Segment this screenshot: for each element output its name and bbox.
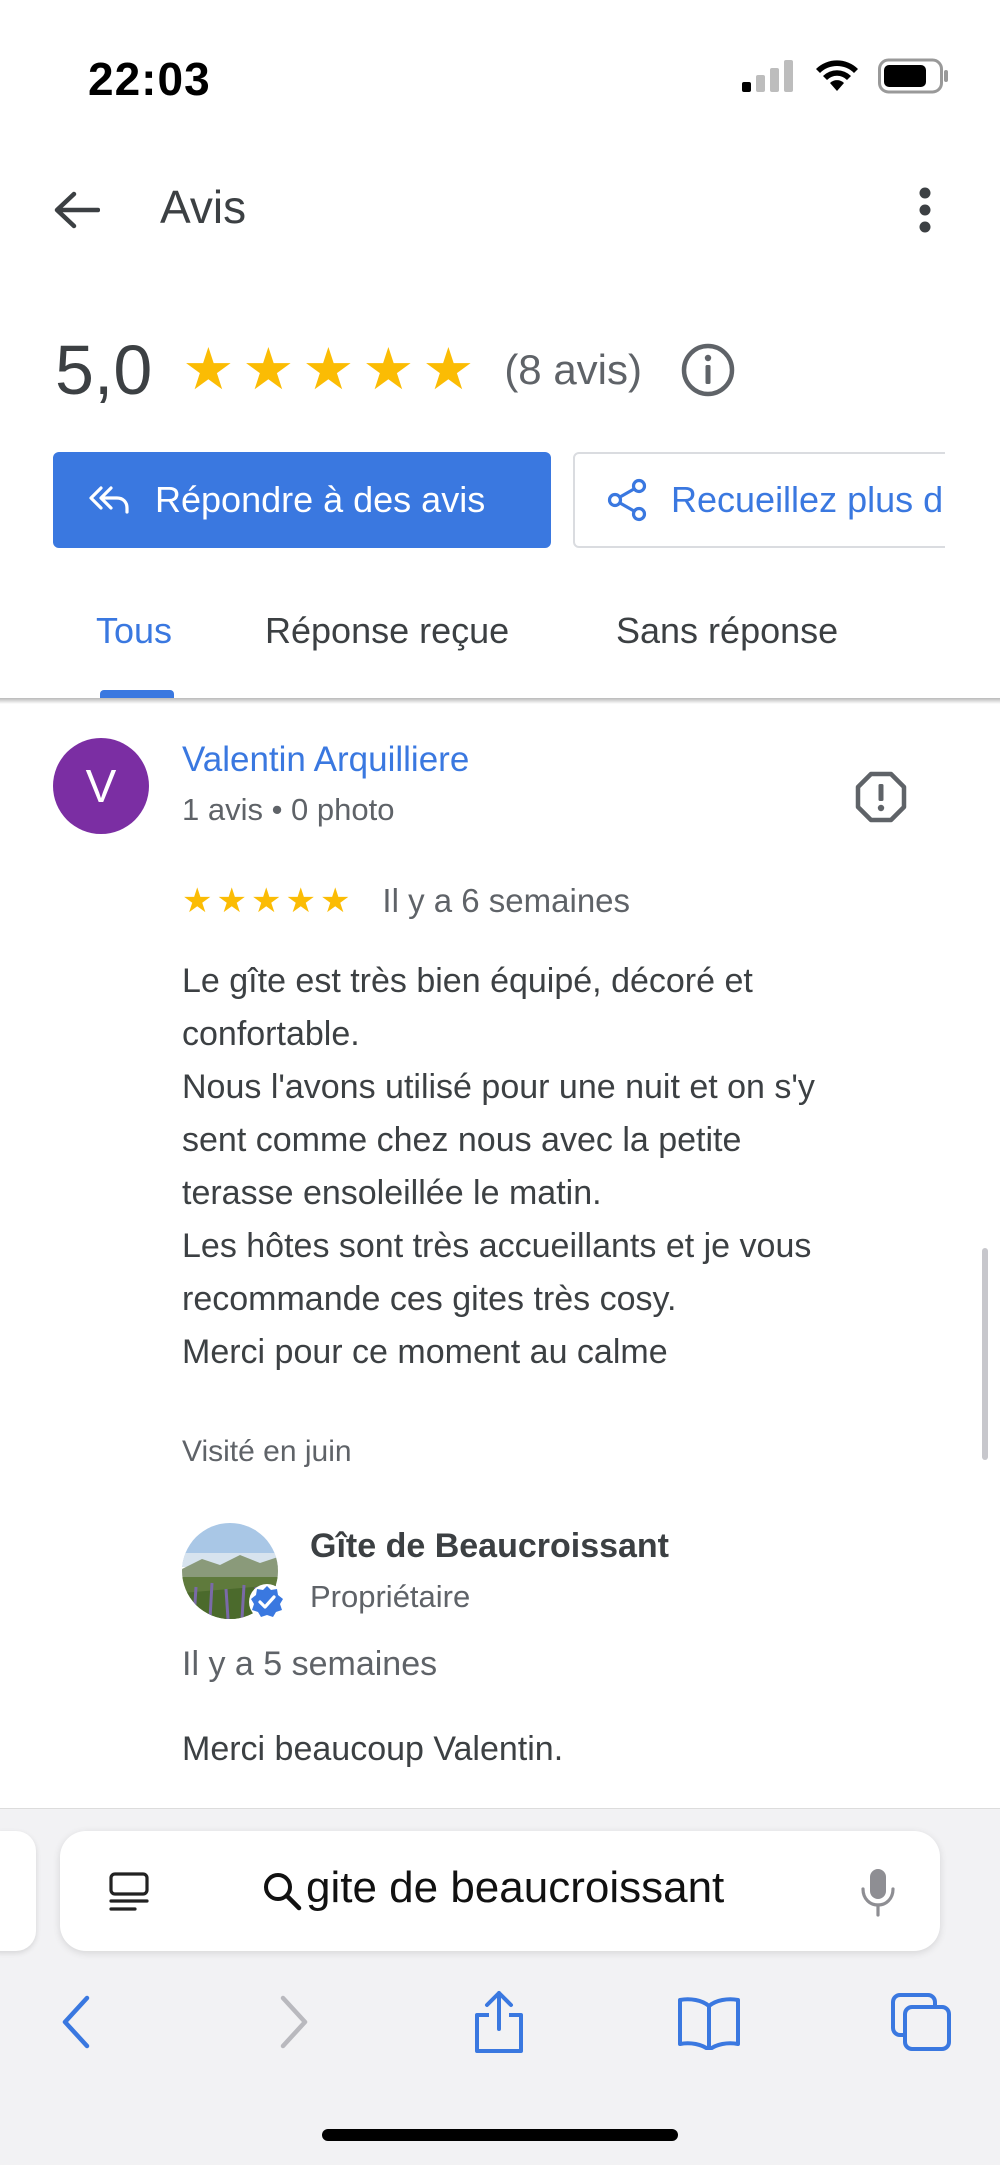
collect-more-reviews-button[interactable]: Recueillez plus d'avis: [573, 452, 1000, 548]
signal-icon: [740, 60, 796, 97]
avatar[interactable]: V: [53, 738, 149, 834]
star-icon: ★: [216, 882, 247, 920]
review-date: Il y a 6 semaines: [382, 882, 631, 919]
forward-icon[interactable]: [258, 1987, 328, 2057]
search-icon: [260, 1869, 304, 1913]
star-icon: ★: [319, 882, 351, 920]
star-icon: ★: [285, 882, 316, 920]
tab-answered[interactable]: Réponse reçue: [265, 610, 509, 652]
reply-to-reviews-button[interactable]: Répondre à des avis: [53, 452, 551, 548]
review-text-line: confortable.: [182, 1015, 360, 1053]
owner-name: Gîte de Beaucroissant: [310, 1527, 670, 1565]
tab-all[interactable]: Tous: [96, 610, 172, 652]
page-menu-icon[interactable]: [104, 1867, 154, 1917]
browser-bottom-bar: gite de beaucroissant: [0, 1808, 1000, 2165]
active-tab-indicator: [100, 690, 174, 698]
star-icon: ★: [302, 337, 355, 402]
status-icons: [740, 58, 950, 99]
share-icon[interactable]: [464, 1987, 534, 2057]
visit-date: Visité en juin: [182, 1435, 352, 1468]
verified-badge-icon: [248, 1583, 286, 1621]
more-vertical-icon[interactable]: [900, 180, 950, 240]
back-icon[interactable]: [42, 1987, 112, 2057]
review-text: Le gîte est très bien équipé, décoré et …: [182, 955, 942, 1379]
microphone-icon[interactable]: [856, 1865, 900, 1921]
address-text: gite de beaucroissant: [306, 1863, 725, 1912]
reply-text: Merci beaucoup Valentin.: [182, 1730, 564, 1768]
owner-role: Propriétaire: [310, 1579, 471, 1614]
star-icon: ★: [362, 337, 415, 402]
rating-stars: ★ ★ ★ ★ ★: [182, 341, 474, 399]
actions-overflow-mask: [945, 452, 1000, 550]
reply-date: Il y a 5 semaines: [182, 1645, 438, 1683]
star-icon: ★: [422, 337, 475, 402]
address-bar[interactable]: gite de beaucroissant: [60, 1831, 940, 1951]
reply-button-label: Répondre à des avis: [155, 479, 486, 520]
review-filter-tabs: Tous Réponse reçue Sans réponse: [0, 600, 1000, 700]
review-text-line: Le gîte est très bien équipé, décoré et: [182, 962, 753, 1000]
review-text-line: Les hôtes sont très accueillants et je v…: [182, 1227, 812, 1265]
review-rating: ★ ★ ★ ★ ★ Il y a 6 semaines: [182, 882, 630, 920]
actions-row: Répondre à des avis Recueillez plus d'av…: [53, 452, 1000, 550]
info-icon[interactable]: [680, 342, 736, 398]
star-icon: ★: [182, 882, 213, 920]
star-icon: ★: [250, 882, 282, 920]
review-text-line: Nous l'avons utilisé pour une nuit et on…: [182, 1068, 815, 1106]
star-icon: ★: [182, 337, 235, 402]
reply-all-icon: [87, 484, 131, 516]
star-icon: ★: [242, 337, 295, 402]
review-text-line: recommande ces gites très cosy.: [182, 1280, 677, 1318]
browser-toolbar: [0, 1977, 1000, 2067]
tabs-icon[interactable]: [886, 1987, 956, 2057]
review-text-line: sent comme chez nous avec la petite: [182, 1121, 742, 1159]
report-icon[interactable]: [852, 768, 910, 826]
status-bar: 22:03: [0, 0, 1000, 150]
tab-unanswered[interactable]: Sans réponse: [616, 610, 838, 652]
scrollbar[interactable]: [982, 1248, 988, 1460]
previous-tab-preview[interactable]: [0, 1831, 36, 1951]
wifi-icon: [814, 59, 860, 98]
page-title: Avis: [160, 181, 247, 233]
tabs-divider: [0, 698, 1000, 704]
review-text-line: terasse ensoleillée le matin.: [182, 1174, 602, 1212]
reviewer-name[interactable]: Valentin Arquilliere: [182, 740, 469, 780]
arrow-left-icon[interactable]: [48, 182, 104, 238]
review-count: (8 avis): [504, 346, 643, 393]
status-time: 22:03: [88, 53, 211, 105]
bookmarks-icon[interactable]: [674, 1987, 744, 2057]
share-nodes-icon: [607, 478, 647, 522]
app-header: Avis: [0, 160, 1000, 260]
review-text-line: Merci pour ce moment au calme: [182, 1333, 668, 1371]
home-indicator: [322, 2129, 678, 2141]
battery-icon: [878, 58, 950, 99]
reviewer-meta: 1 avis • 0 photo: [182, 792, 395, 827]
rating-summary: 5,0 ★ ★ ★ ★ ★ (8 avis): [55, 325, 736, 415]
rating-value: 5,0: [55, 331, 153, 409]
